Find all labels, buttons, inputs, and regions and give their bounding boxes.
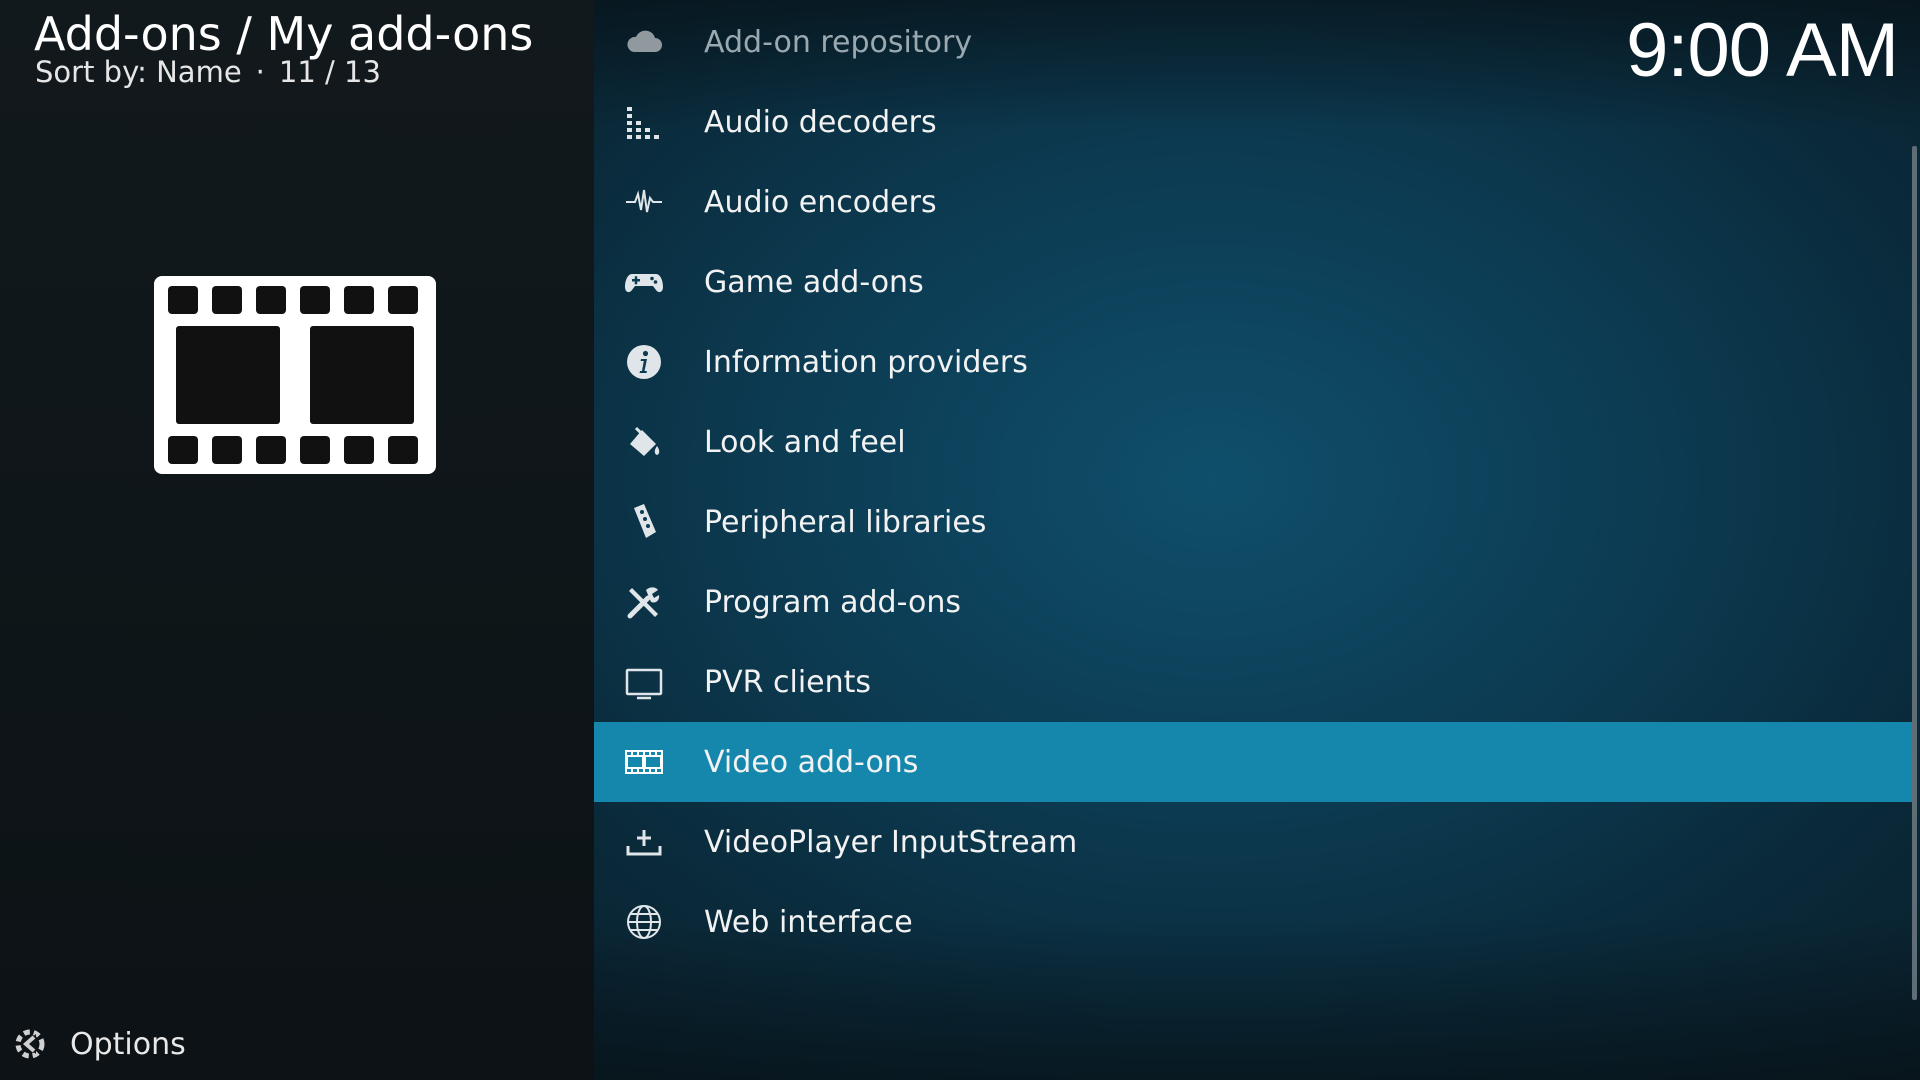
options-icon <box>15 1029 45 1059</box>
list-item-information-providers[interactable]: Information providers <box>594 322 1912 402</box>
remote-control-icon <box>634 504 656 538</box>
sort-label[interactable]: Sort by: Name <box>35 55 242 89</box>
list-item-peripheral-libraries[interactable]: Peripheral libraries <box>594 482 1912 562</box>
info-panel: Add-ons / My add-ons Sort by: Name · 11 / … <box>0 0 594 1080</box>
list-item-audio-decoders[interactable]: Audio decoders <box>594 82 1912 162</box>
list-item-video-addons[interactable]: Video add-ons <box>594 722 1912 802</box>
list-item-web-interface[interactable]: Web interface <box>594 882 1912 962</box>
gamepad-icon <box>625 274 663 293</box>
input-tray-icon <box>626 830 662 856</box>
list-item-pvr-clients[interactable]: PVR clients <box>594 642 1912 722</box>
list-item-game-addons[interactable]: Game add-ons <box>594 242 1912 322</box>
item-position: 11 / 13 <box>278 55 381 89</box>
globe-icon <box>627 905 661 939</box>
tv-icon <box>625 668 663 700</box>
paint-bucket-icon <box>630 426 660 456</box>
cloud-icon <box>627 30 662 52</box>
film-strip-icon <box>154 276 436 474</box>
list-item-audio-encoders[interactable]: Audio encoders <box>594 162 1912 242</box>
list-item-look-and-feel[interactable]: Look and feel <box>594 402 1912 482</box>
clock: 9:00 AM <box>1626 8 1899 93</box>
kodi-addons-window: Add-ons / My add-ons Sort by: Name · 11 / … <box>0 0 1920 1080</box>
options-button[interactable]: Options <box>12 1024 186 1064</box>
separator: · <box>255 55 265 89</box>
list-item-videoplayer-inputstream[interactable]: VideoPlayer InputStream <box>594 802 1912 882</box>
options-label: Options <box>70 1026 186 1062</box>
sort-info: Sort by: Name · 11 / 13 <box>35 50 381 94</box>
waveform-icon <box>626 189 662 213</box>
film-strip-icon <box>625 750 663 774</box>
tools-icon <box>627 587 660 619</box>
category-list: Add-on repository Audio decoders Audio e… <box>594 0 1920 1080</box>
list-item-program-addons[interactable]: Program add-ons <box>594 562 1912 642</box>
info-icon <box>627 345 661 379</box>
scrollbar[interactable] <box>1912 146 1917 1000</box>
equalizer-icon <box>627 107 659 139</box>
